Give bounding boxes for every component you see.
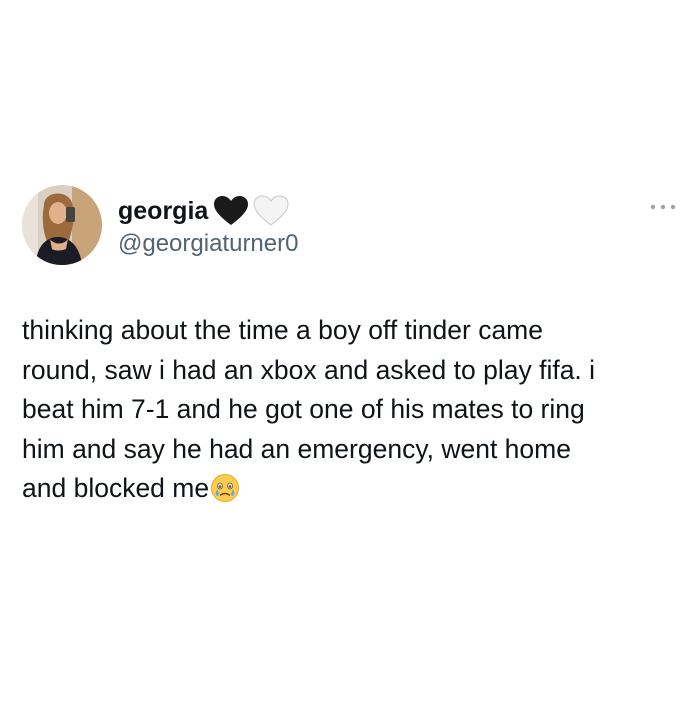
tweet-text-line: beat him 7-1 and he got one of his mates… bbox=[22, 394, 585, 424]
tweet-text-last-line: and blocked me bbox=[22, 469, 682, 509]
tweet-text: thinking about the time a boy off tinder… bbox=[22, 311, 682, 509]
tweet-text-line: round, saw i had an xbox and asked to pl… bbox=[22, 354, 596, 385]
tweet-text-line: him and say he had an emergency, went ho… bbox=[22, 433, 571, 464]
display-name[interactable]: georgia bbox=[118, 196, 208, 226]
more-dots-icon[interactable] bbox=[646, 196, 680, 218]
white-heart-icon bbox=[253, 195, 289, 226]
handle[interactable]: @georgiaturner0 bbox=[118, 229, 298, 259]
black-heart-icon bbox=[214, 196, 248, 225]
tweet-text-line: and blocked me bbox=[22, 473, 210, 503]
tweet-text-line: thinking about the time a boy off tinder… bbox=[22, 315, 543, 345]
name-emojis bbox=[214, 195, 289, 226]
avatar-photo bbox=[22, 185, 102, 265]
face-holding-back-tears-icon bbox=[211, 474, 240, 502]
avatar[interactable] bbox=[22, 185, 102, 265]
